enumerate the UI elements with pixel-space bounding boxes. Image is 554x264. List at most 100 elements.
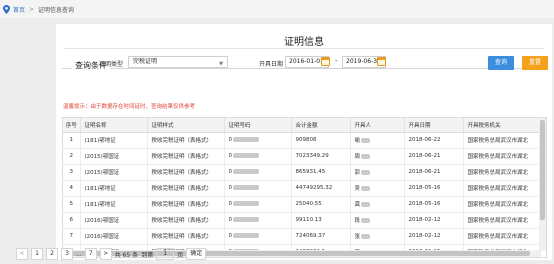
cell-name: (181)鄂地证 xyxy=(80,196,148,213)
location-pin-icon xyxy=(3,4,10,14)
page-button-2[interactable]: 2 xyxy=(46,248,58,260)
date-range-separator: - xyxy=(335,57,338,65)
cell-date-text: 2018-02-12 xyxy=(408,217,441,223)
cell-name: (2016)鄂国证 xyxy=(80,228,148,245)
cell-style-text: 税收完税证明（表格式） xyxy=(151,202,213,208)
cell-office: 国家税务总局武汉市湖北 xyxy=(463,180,546,197)
redacted-mask xyxy=(233,153,259,158)
cell-issuer-text: 郭 xyxy=(354,170,361,176)
cell-style-text: 税收完税证明（表格式） xyxy=(151,138,213,144)
vertical-scroll-thumb[interactable] xyxy=(540,120,545,220)
cell-index: 6 xyxy=(63,212,81,229)
cell-amount-text: 44749295.32 xyxy=(295,185,333,191)
cell-index-text: 6 xyxy=(69,217,74,223)
cell-style-text: 税收完税证明（表格式） xyxy=(151,234,213,240)
cell-date-text: 2018-05-16 xyxy=(408,185,441,191)
cell-number-text: 0 xyxy=(228,137,233,143)
page-button-last[interactable]: 7 xyxy=(84,248,97,260)
redacted-mask xyxy=(361,154,371,159)
cell-index: 3 xyxy=(63,164,81,181)
table-row[interactable]: 3 (2015)鄂国证 税收完税证明（表格式） 0 865931.45 郭 2018-06-… xyxy=(63,164,546,181)
cell-number-text: 0 xyxy=(228,217,233,223)
column-header-date[interactable]: 开具日期 xyxy=(404,118,464,133)
cell-name-text: (181)鄂地证 xyxy=(84,202,116,208)
column-header-office[interactable]: 开具税务机关 xyxy=(463,118,546,133)
cell-index: 1 xyxy=(63,132,81,149)
cell-office: 国家税务总局武汉市湖北 xyxy=(463,132,546,149)
breadcrumb-separator: > xyxy=(29,5,35,13)
vertical-scrollbar[interactable] xyxy=(539,118,546,251)
column-header-number[interactable]: 证明号码 xyxy=(224,118,292,133)
redacted-mask xyxy=(361,138,371,143)
table-row[interactable]: 1 (181)鄂地证 税收完税证明（表格式） 0 909808 喻 2018-06-22 国家… xyxy=(63,132,546,149)
table-row[interactable]: 5 (181)鄂地证 税收完税证明（表格式） 0 25040.55 龚 2018-05-16… xyxy=(63,196,546,213)
cell-name: (2015)鄂国证 xyxy=(80,148,148,165)
goto-confirm-button[interactable]: 确定 xyxy=(186,248,207,260)
cell-index-text: 3 xyxy=(69,169,74,175)
calendar-icon[interactable] xyxy=(321,57,330,66)
cell-style: 税收完税证明（表格式） xyxy=(147,228,225,245)
cell-amount: 7023349.29 xyxy=(291,148,351,165)
cell-number: 0 xyxy=(224,148,292,165)
page-title: 证明信息 xyxy=(284,37,324,48)
certificate-type-select[interactable]: 完税证明 ▼ xyxy=(128,56,228,68)
column-header-style[interactable]: 证明样式 xyxy=(147,118,225,133)
column-header-index[interactable]: 序号 xyxy=(63,118,81,133)
cell-amount-text: 865931.45 xyxy=(295,169,326,175)
cell-style: 税收完税证明（表格式） xyxy=(147,132,225,149)
column-header-amount[interactable]: 合计金额 xyxy=(291,118,351,133)
cell-style: 税收完税证明（表格式） xyxy=(147,196,225,213)
reset-button[interactable]: 重置 xyxy=(522,56,548,70)
table-row[interactable]: 2 (2015)鄂国证 税收完税证明（表格式） 0 7023349.29 周 2018-06… xyxy=(63,148,546,165)
cell-amount: 865931.45 xyxy=(291,164,351,181)
results-table: 序号 证明名称 证明样式 证明号码 合计金额 开具人 开具日期 开具税务机关 1… xyxy=(62,117,547,258)
cell-issuer: 龚 xyxy=(350,196,405,213)
page-unit-label: 页 xyxy=(177,251,184,259)
cell-issuer-text: 喻 xyxy=(354,138,361,144)
certificate-type-label: 证明类型 xyxy=(99,61,124,68)
cell-index-text: 2 xyxy=(69,153,74,159)
cell-name-text: (2015)鄂国证 xyxy=(84,170,120,176)
next-page-button[interactable]: > xyxy=(99,248,112,260)
cell-number-text: 0 xyxy=(228,169,233,175)
cell-office-text: 国家税务总局武汉市湖北 xyxy=(467,202,529,208)
redacted-mask xyxy=(233,233,259,238)
table-row[interactable]: 4 (181)鄂地证 税收完税证明（表格式） 0 44749295.32 吴 2018-05… xyxy=(63,180,546,197)
cell-amount: 909808 xyxy=(291,132,351,149)
cell-date: 2018-02-12 xyxy=(404,212,464,229)
search-button[interactable]: 查询 xyxy=(488,56,514,70)
cell-index-text: 7 xyxy=(69,233,74,239)
cell-amount-text: 25040.55 xyxy=(295,201,322,207)
table-row[interactable]: 6 (2016)鄂国证 税收完税证明（表格式） 0 99110.13 段 2018-02-1… xyxy=(63,212,546,229)
cell-office: 国家税务总局武汉市湖北 xyxy=(463,196,546,213)
prev-page-button[interactable]: < xyxy=(16,248,28,260)
notice-text: 温馨提示：由于数据存在时间延时，查询结果仅供参考 xyxy=(63,104,196,110)
cell-issuer-text: 吴 xyxy=(354,186,361,192)
cell-name-text: (2016)鄂国证 xyxy=(84,234,120,240)
cell-office-text: 国家税务总局武汉市湖北 xyxy=(467,154,529,160)
cell-date: 2018-05-16 xyxy=(404,196,464,213)
cell-style: 税收完税证明（表格式） xyxy=(147,212,225,229)
calendar-icon[interactable] xyxy=(377,57,386,66)
page-button-3[interactable]: 3 xyxy=(61,248,73,260)
issue-date-label: 开具日期 xyxy=(259,61,284,68)
cell-index-text: 5 xyxy=(69,201,74,207)
cell-office-text: 国家税务总局武汉市湖北 xyxy=(467,218,529,224)
cell-issuer-text: 张 xyxy=(354,234,361,240)
cell-number: 0 xyxy=(224,196,292,213)
goto-page-input[interactable]: 1 xyxy=(156,248,175,260)
column-header-name[interactable]: 证明名称 xyxy=(80,118,148,133)
cell-date: 2018-05-16 xyxy=(404,180,464,197)
table-row[interactable]: 7 (2016)鄂国证 税收完税证明（表格式） 0 724069.37 张 2018-02-… xyxy=(63,228,546,245)
cell-issuer-text: 周 xyxy=(354,154,361,160)
cell-date-text: 2018-06-21 xyxy=(408,169,441,175)
cell-issuer-text: 段 xyxy=(354,218,361,224)
page-button-1[interactable]: 1 xyxy=(31,248,43,260)
redacted-mask xyxy=(233,217,259,222)
cell-issuer: 段 xyxy=(350,212,405,229)
cell-issuer: 张 xyxy=(350,228,405,245)
breadcrumb-home-link[interactable]: 首页 xyxy=(13,5,25,14)
redacted-mask xyxy=(233,137,259,142)
column-header-issuer[interactable]: 开具人 xyxy=(350,118,405,133)
cell-index: 4 xyxy=(63,180,81,197)
